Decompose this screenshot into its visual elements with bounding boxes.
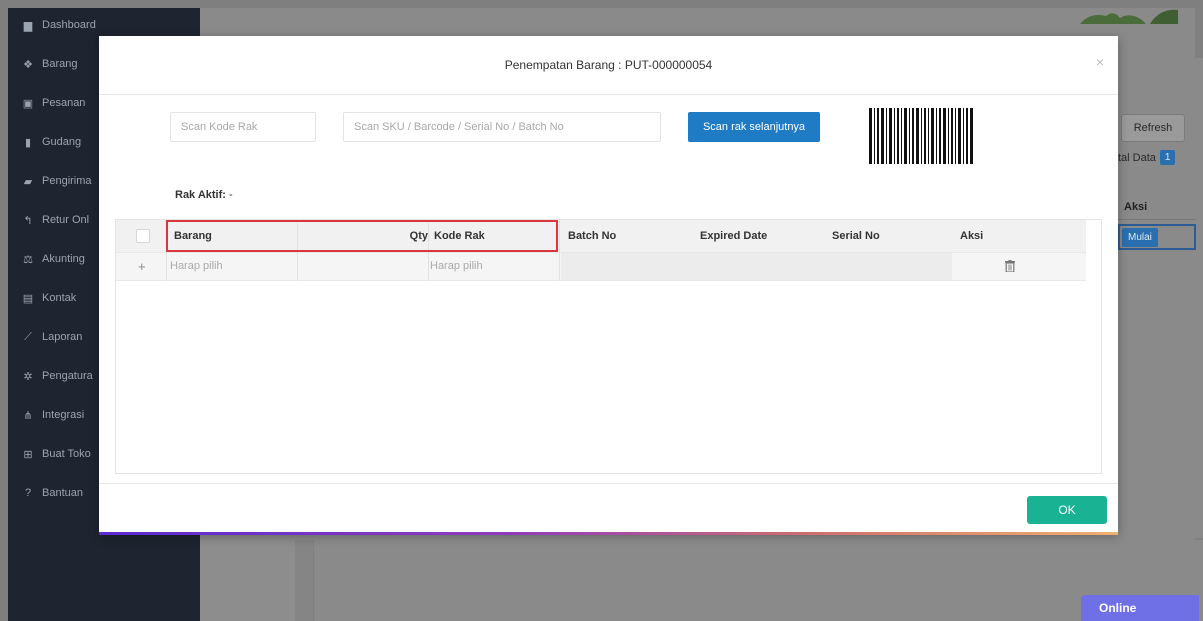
aksi-column-header: Aksi [1118,196,1196,220]
truck-icon: ▰ [23,175,33,188]
penempatan-table: Barang Qty Kode Rak Batch No Expired Dat… [115,219,1102,474]
refresh-button[interactable]: Refresh [1121,114,1185,142]
scan-sku-input[interactable] [343,112,661,142]
scan-rak-selanjutnya-button[interactable]: Scan rak selanjutnya [688,112,820,142]
header-aksi: Aksi [960,230,984,242]
line-chart-icon: ⟋ [24,330,32,343]
trash-icon[interactable] [1005,260,1015,272]
header-expired-date: Expired Date [700,230,768,242]
modal-title: Penempatan Barang : PUT-000000054 [504,58,713,72]
gears-icon: ✲ [23,370,33,383]
modal-header: Penempatan Barang : PUT-000000054 × [99,36,1118,95]
cubes-icon: ❖ [23,58,33,71]
rak-aktif-value: - [229,189,233,201]
barang-select[interactable]: Harap pilih [170,253,223,280]
cart-icon: ⊞ [23,448,33,461]
table-row: + Harap pilih Harap pilih [116,252,1086,281]
highlight-box [166,220,558,252]
modal-footer-divider [99,483,1118,484]
ok-button[interactable]: OK [1027,496,1107,524]
modal-accent-bar [99,532,1118,535]
mulai-button-wrapper: Mulai [1118,224,1196,250]
gift-icon: ▣ [22,97,34,110]
header-serial-no: Serial No [832,230,880,242]
building-icon: ▮ [24,136,32,149]
kode-rak-select[interactable]: Harap pilih [430,253,483,280]
chart-icon: ▆ [23,19,33,32]
background-panel [200,540,1203,621]
mulai-button[interactable]: Mulai [1122,227,1158,247]
rak-aktif-indicator: Rak Aktif: - [175,189,233,201]
online-status-badge[interactable]: Online [1081,595,1199,621]
header-batch-no: Batch No [568,230,617,242]
close-icon[interactable]: × [1096,54,1104,70]
balance-icon: ⚖ [23,253,33,266]
sitemap-icon: ⋔ [23,409,33,422]
total-data: tal Data 1 [1118,150,1176,165]
total-data-badge: 1 [1159,150,1176,165]
contact-card-icon: ▤ [22,292,34,305]
scan-kode-rak-input[interactable] [170,112,316,142]
mascot-icon [1080,9,1178,24]
question-circle-icon: ? [24,487,32,499]
add-row-icon[interactable]: + [138,259,146,274]
reply-icon: ↰ [23,214,33,227]
select-all-checkbox[interactable] [136,229,150,243]
penempatan-barang-modal: Penempatan Barang : PUT-000000054 × Scan… [99,36,1118,534]
barcode-icon [869,108,973,164]
